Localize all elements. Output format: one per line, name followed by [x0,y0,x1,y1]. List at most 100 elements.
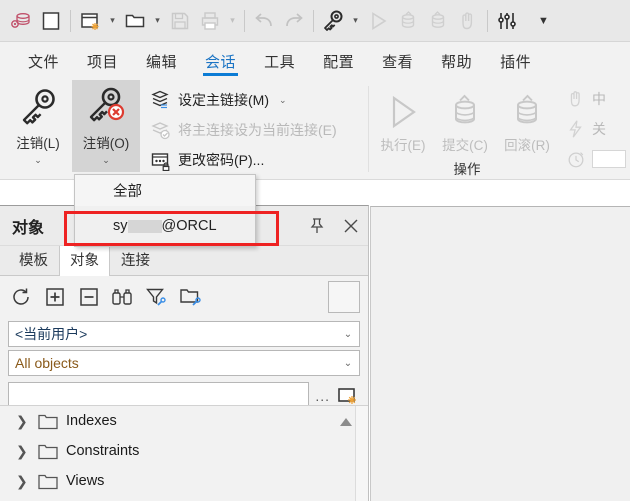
menu-label: 项目 [87,53,119,71]
new-object-icon[interactable] [336,385,360,407]
chevron-down-icon[interactable]: ⌄ [279,95,287,106]
set-main-connection-button[interactable]: 设定主链接(M) ⌄ [150,85,365,115]
page-title: 对象 [12,219,45,237]
menu-item-edit[interactable]: 编辑 [132,42,191,80]
redo-icon[interactable] [279,4,309,38]
binoculars-icon[interactable] [110,284,136,310]
menu-label: 插件 [500,53,532,71]
action-group-label: 操作 [453,162,481,177]
key-icon[interactable] [318,4,348,38]
owner-select-value: <当前用户> [15,326,88,342]
tab-templates[interactable]: 模板 [8,245,59,275]
menu-item-config[interactable]: 配置 [309,42,368,80]
ribbon: 注销(L) ⌄ 注销(O) ⌄ 设定主链接(M) ⌄ 将主连接设为当前连接(E)… [0,80,630,180]
interrupt-label: 中 [592,91,606,107]
tree-item-views[interactable]: ❯ Views [0,466,368,496]
new-blank-icon[interactable] [36,4,66,38]
owner-select[interactable]: <当前用户> ⌄ [8,321,360,347]
chevron-down-icon[interactable]: ⌄ [34,155,42,166]
open-folder-caret-icon[interactable]: ▾ [150,4,165,38]
menu-item-project[interactable]: 项目 [73,42,132,80]
menu-item-view[interactable]: 查看 [368,42,427,80]
menu-item-session[interactable]: 会话 [191,42,250,80]
panel-preview-box[interactable] [328,281,360,313]
tree-item-label: Constraints [66,443,140,459]
dropdown-item-connection[interactable]: sy @ORCL [75,206,255,246]
dropdown-item-all[interactable]: 全部 [75,175,255,206]
logout-button-label: 注销(O) [82,136,130,151]
undo-icon[interactable] [249,4,279,38]
tree-item-partial[interactable]: ❯ [0,496,368,501]
folder-settings-icon[interactable] [178,284,204,310]
panel-toolbar [0,276,368,318]
rollback-button-label: 回滚(R) [504,138,550,153]
toolbar-divider-3 [313,9,314,32]
tree-scrollbar[interactable] [355,406,368,501]
login-button[interactable]: 注销(L) ⌄ [4,80,72,172]
plus-icon[interactable] [42,284,68,310]
tree-item-constraints[interactable]: ❯ Constraints [0,436,368,466]
object-panel: 对象 模板 对象 连接 <当前用户> ⌄ All objects ⌄ ... ❯… [0,205,369,501]
database-settings-icon[interactable] [6,4,36,38]
quick-access-toolbar: ▾ ▾ ▾ ▾ ▼ [0,0,630,42]
tab-label: 对象 [70,253,99,269]
tab-connections[interactable]: 连接 [110,245,161,275]
minus-icon[interactable] [76,284,102,310]
folder-icon [38,443,58,460]
new-window-icon[interactable] [75,4,105,38]
stop-hand-icon[interactable] [453,4,483,38]
folder-icon [38,473,58,490]
ribbon-group-session: 注销(L) ⌄ 注销(O) ⌄ [4,80,144,180]
chevron-down-icon[interactable]: ⌄ [337,329,359,340]
save-icon[interactable] [165,4,195,38]
logout-button[interactable]: 注销(O) ⌄ [72,80,140,172]
commit-icon[interactable] [393,4,423,38]
scroll-up-indicator[interactable] [340,418,352,426]
close-session-label: 关 [592,121,606,137]
menu-label: 帮助 [441,53,473,71]
chevron-right-icon[interactable]: ❯ [16,413,30,430]
key-caret-icon[interactable]: ▾ [348,4,363,38]
object-tree[interactable]: ❯ Indexes ❯ Constraints ❯ Views [0,405,368,501]
menu-label: 文件 [28,53,60,71]
menu-item-help[interactable]: 帮助 [427,42,486,80]
object-type-select[interactable]: All objects ⌄ [8,350,360,376]
editor-area[interactable] [370,206,630,501]
change-password-button[interactable]: 更改密码(P)... [150,145,365,175]
overflow-caret-icon[interactable]: ▼ [536,4,551,38]
tree-item-label: Views [66,473,105,489]
print-icon[interactable] [195,4,225,38]
chevron-right-icon[interactable]: ❯ [16,443,30,460]
run-icon[interactable] [363,4,393,38]
tree-item-indexes[interactable]: ❯ Indexes [0,406,368,436]
chevron-right-icon[interactable]: ❯ [16,473,30,490]
interrupt-button: 中 [566,84,630,114]
menu-item-file[interactable]: 文件 [14,42,73,80]
rollback-icon[interactable] [423,4,453,38]
menu-item-tools[interactable]: 工具 [250,42,309,80]
more-options-button[interactable]: ... [315,388,330,404]
new-window-caret-icon[interactable]: ▾ [105,4,120,38]
print-caret-icon[interactable]: ▾ [225,4,240,38]
preferences-icon[interactable] [492,4,522,38]
filter-settings-icon[interactable] [144,284,170,310]
pin-icon[interactable] [300,206,334,246]
menu-item-plugins[interactable]: 插件 [486,42,545,80]
redaction-block [127,219,162,233]
tab-objects[interactable]: 对象 [59,245,110,276]
timer-input[interactable] [592,150,626,168]
open-folder-icon[interactable] [120,4,150,38]
dropdown-item-prefix: sy [113,218,128,234]
chevron-down-icon[interactable]: ⌄ [102,155,110,166]
tree-item-label: Indexes [66,413,117,429]
application-window: ▾ ▾ ▾ ▾ ▼ 文件 项目 编辑 会话 工具 配置 查看 帮助 插件 注销(… [0,0,630,501]
ribbon-group-connection-cmds: 设定主链接(M) ⌄ 将主连接设为当前连接(E) 更改密码(P)... [150,80,365,180]
dropdown-item-label: 全部 [113,184,142,200]
refresh-icon[interactable] [8,284,34,310]
change-password-label: 更改密码(P)... [178,152,265,168]
login-button-label: 注销(L) [16,136,60,151]
set-main-connection-label: 设定主链接(M) [178,92,269,108]
set-main-as-current-label: 将主连接设为当前连接(E) [178,122,337,138]
close-icon[interactable] [334,206,368,246]
chevron-down-icon[interactable]: ⌄ [337,358,359,369]
